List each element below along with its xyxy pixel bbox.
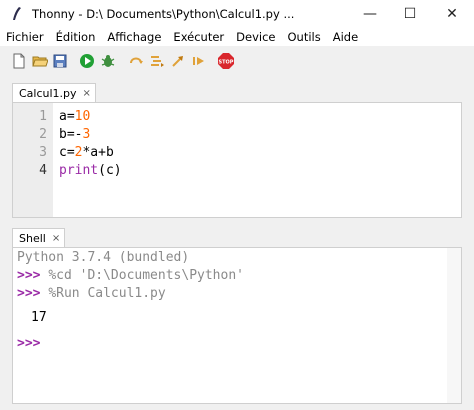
code-line-text: c=2*a+b [59, 145, 114, 160]
step-over-icon[interactable] [127, 52, 145, 70]
shell-prompt: >>> [17, 336, 41, 351]
toolbar: STOP [0, 48, 474, 74]
code-line: a=10 [59, 109, 90, 124]
new-file-icon[interactable] [10, 52, 28, 70]
shell-scrollbar[interactable] [447, 248, 461, 403]
thonny-logo-icon [13, 7, 21, 20]
shell-version: Python 3.7.4 (bundled) [17, 250, 190, 265]
menu-fichier[interactable]: Fichier [0, 28, 50, 46]
line-number-gutter: 1 2 3 4 [13, 103, 53, 217]
tab-shell[interactable]: Shell × [12, 228, 66, 247]
menu-bar: Fichier Édition Affichage Exécuter Devic… [0, 28, 474, 46]
menu-executer[interactable]: Exécuter [167, 28, 230, 46]
shell-command: %Run Calcul1.py [48, 286, 166, 301]
code-editor[interactable]: 1 2 3 4 a=10 b=-3 c=2*a+b print(c) [12, 102, 462, 218]
shell-prompt: >>> [17, 286, 41, 301]
tab-label: Calcul1.py [19, 86, 77, 100]
tab-close-icon[interactable]: × [83, 88, 91, 99]
close-button[interactable]: ✕ [432, 0, 472, 28]
code-line: print(c) [59, 163, 122, 178]
shell-prompt: >>> [17, 268, 41, 283]
code-line-text: a=10 [59, 109, 91, 124]
line-number: 3 [39, 145, 47, 160]
run-icon[interactable] [78, 52, 96, 70]
menu-outils[interactable]: Outils [281, 28, 326, 46]
code-line-text: print(c) [59, 163, 122, 178]
stop-icon[interactable]: STOP [216, 52, 236, 70]
menu-affichage[interactable]: Affichage [101, 28, 167, 46]
line-number: 2 [39, 127, 47, 142]
shell-panel[interactable]: Python 3.7.4 (bundled) >>> %cd 'D:\Docum… [12, 247, 462, 404]
code-line-text: b=-3 [59, 127, 91, 142]
step-into-icon[interactable] [148, 52, 166, 70]
shell-command: %cd 'D:\Documents\Python' [48, 268, 244, 283]
window-title: Thonny - D:\ Documents\Python\Calcul1.py… [32, 7, 295, 21]
code-line: b=-3 [59, 127, 90, 142]
shell-line: >>> %Run Calcul1.py [17, 286, 166, 301]
tab-close-icon[interactable]: × [52, 233, 60, 244]
line-number: 1 [39, 109, 47, 124]
minimize-button[interactable]: — [350, 0, 390, 28]
title-bar: Thonny - D:\ Documents\Python\Calcul1.py… [0, 0, 474, 28]
stop-label: STOP [219, 60, 234, 66]
save-icon[interactable] [51, 52, 69, 70]
resume-icon[interactable] [190, 52, 208, 70]
step-out-icon[interactable] [169, 52, 187, 70]
tab-label: Shell [19, 231, 46, 245]
code-line: c=2*a+b [59, 145, 114, 160]
shell-output: 17 [31, 310, 47, 325]
menu-aide[interactable]: Aide [327, 28, 364, 46]
open-file-icon[interactable] [31, 52, 49, 70]
tab-calcul1[interactable]: Calcul1.py × [12, 83, 96, 102]
maximize-button[interactable]: ☐ [390, 0, 430, 28]
debug-icon[interactable] [99, 52, 117, 70]
shell-line: >>> %cd 'D:\Documents\Python' [17, 268, 244, 283]
line-number-current: 4 [39, 163, 47, 178]
shell-input-line[interactable]: >>> [17, 336, 40, 351]
menu-edition[interactable]: Édition [50, 28, 102, 46]
menu-device[interactable]: Device [230, 28, 281, 46]
